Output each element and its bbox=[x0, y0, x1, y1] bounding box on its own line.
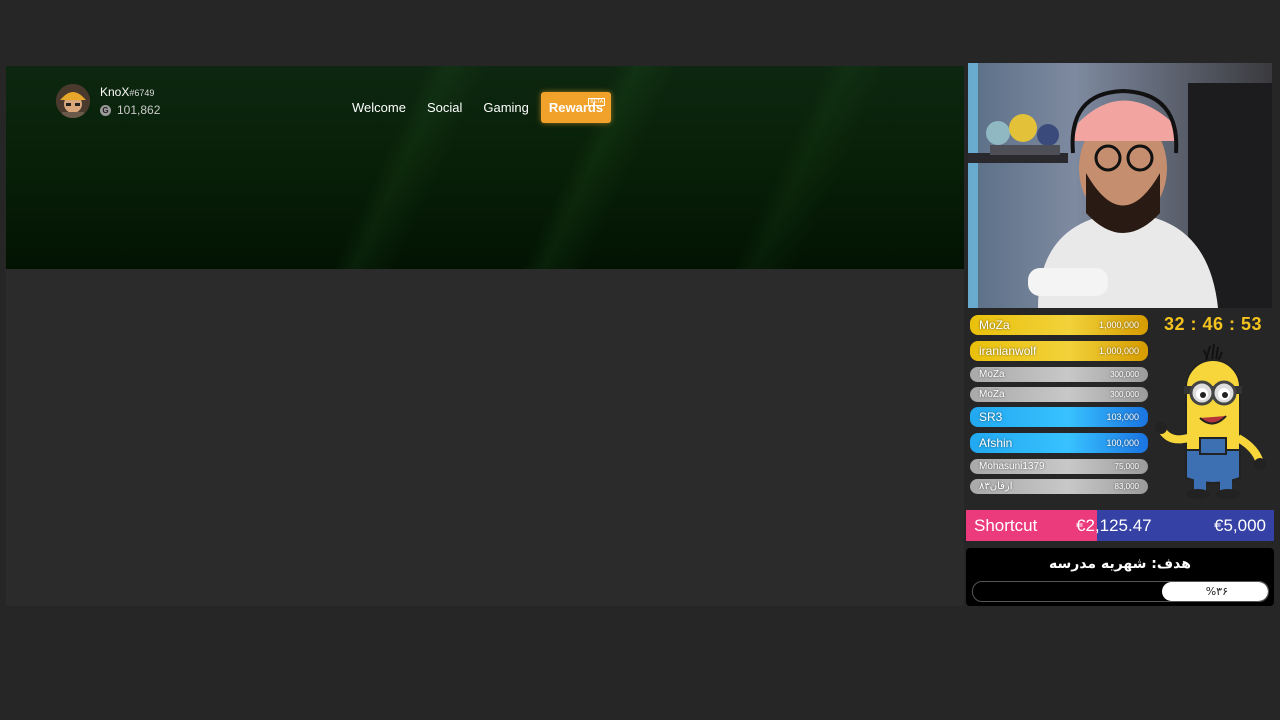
avatar-image bbox=[56, 84, 90, 118]
tuition-progress-track: %۳۶ bbox=[972, 581, 1269, 602]
donor-row: Mohasuni1379 75,000 bbox=[970, 459, 1148, 474]
donor-amount: 1,000,000 bbox=[1098, 346, 1139, 356]
nav-gaming[interactable]: Gaming bbox=[483, 100, 529, 115]
donor-row: ارفان۸۳ 83,000 bbox=[970, 479, 1148, 494]
donor-amount: 1,000,000 bbox=[1098, 320, 1139, 330]
gamerscore-value: 101,862 bbox=[117, 103, 161, 117]
donor-name: MoZa bbox=[979, 318, 1010, 332]
profile-card[interactable]: KnoX#6749 G 101,862 bbox=[56, 84, 160, 118]
donor-amount: 100,000 bbox=[1106, 438, 1139, 448]
donor-name: MoZa bbox=[979, 389, 1005, 400]
donor-row: iranianwolf 1,000,000 bbox=[970, 341, 1148, 361]
goal-label: Shortcut bbox=[974, 516, 1038, 535]
avatar[interactable] bbox=[56, 84, 90, 118]
nav-social[interactable]: Social bbox=[427, 100, 462, 115]
donor-name: SR3 bbox=[979, 410, 1003, 424]
tuition-goal-title: هدف: شهریه مدرسه bbox=[1049, 556, 1191, 572]
donor-row: MoZa 300,000 bbox=[970, 387, 1148, 402]
nav-welcome[interactable]: Welcome bbox=[352, 100, 406, 115]
gamertag-suffix: #6749 bbox=[129, 88, 155, 98]
donor-name: ارفان۸۳ bbox=[979, 481, 1013, 492]
donor-row: SR3 103,000 bbox=[970, 407, 1148, 427]
donor-name: iranianwolf bbox=[979, 344, 1037, 358]
gamertag-name: KnoX bbox=[100, 85, 130, 99]
top-nav: Welcome Social Gaming Rewards BETA bbox=[352, 92, 612, 123]
donor-name: Afshin bbox=[979, 436, 1013, 450]
donor-name: Mohasuni1379 bbox=[979, 461, 1045, 472]
tuition-goal-widget: هدف: شهریه مدرسه %۳۶ bbox=[966, 548, 1274, 606]
webcam-feed bbox=[968, 63, 1272, 308]
nav-rewards[interactable]: Rewards BETA bbox=[540, 92, 612, 123]
tuition-percent: %۳۶ bbox=[1205, 585, 1228, 598]
donor-row: MoZa 1,000,000 bbox=[970, 315, 1148, 335]
donation-goal-bar: Shortcut €2,125.47 €5,000 bbox=[966, 510, 1274, 541]
donor-amount: 300,000 bbox=[1110, 370, 1139, 379]
donor-name: MoZa bbox=[979, 369, 1005, 380]
gamertag: KnoX#6749 bbox=[100, 85, 160, 101]
donor-row: Afshin 100,000 bbox=[970, 433, 1148, 453]
hero-banner: KnoX#6749 G 101,862 Welcome Social Gamin… bbox=[6, 66, 964, 269]
donor-amount: 75,000 bbox=[1114, 462, 1139, 471]
xbox-capture-area: KnoX#6749 G 101,862 Welcome Social Gamin… bbox=[6, 66, 964, 606]
donor-row: MoZa 300,000 bbox=[970, 367, 1148, 382]
gamerscore: G 101,862 bbox=[100, 103, 160, 117]
donor-amount: 83,000 bbox=[1114, 482, 1139, 491]
goal-current-amount: €2,125.47 bbox=[1076, 516, 1152, 535]
webcam-image bbox=[968, 63, 1272, 308]
donor-amount: 300,000 bbox=[1110, 390, 1139, 399]
gamerscore-icon: G bbox=[100, 104, 111, 116]
donor-amount: 103,000 bbox=[1106, 412, 1139, 422]
beta-badge: BETA bbox=[588, 98, 606, 106]
donor-list: MoZa 1,000,000 iranianwolf 1,000,000 MoZ… bbox=[970, 315, 1148, 499]
stream-timer: 32 : 46 : 53 bbox=[1163, 314, 1263, 334]
minion-mascot-icon bbox=[1148, 338, 1273, 503]
goal-target-amount: €5,000 bbox=[1214, 516, 1266, 535]
